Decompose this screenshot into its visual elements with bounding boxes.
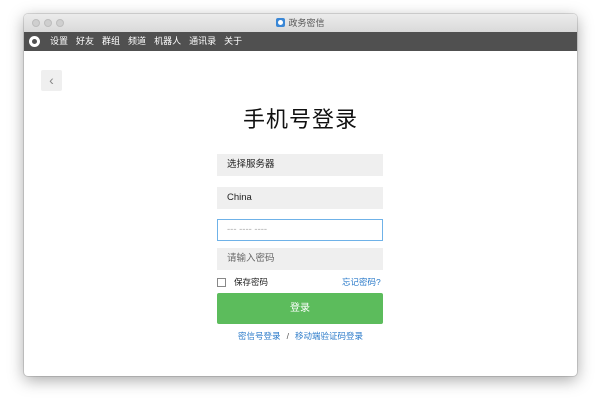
title-bar: 政务密信 xyxy=(24,14,577,33)
login-button[interactable]: 登录 xyxy=(217,293,383,324)
alternative-login-links: 密信号登录 / 移动端验证码登录 xyxy=(24,330,577,342)
menu-item-channels[interactable]: 频道 xyxy=(124,32,150,51)
link-separator: / xyxy=(286,331,289,341)
back-button[interactable]: ‹ xyxy=(41,70,62,91)
window-title-area: 政务密信 xyxy=(24,17,577,29)
forgot-password-link[interactable]: 忘记密码? xyxy=(342,277,381,287)
password-input[interactable]: 请输入密码 xyxy=(217,248,383,270)
sms-login-link[interactable]: 移动端验证码登录 xyxy=(295,331,363,341)
menu-item-contacts[interactable]: 通讯录 xyxy=(185,32,220,51)
window-title: 政务密信 xyxy=(288,18,325,28)
menu-item-about[interactable]: 关于 xyxy=(220,32,246,51)
country-select[interactable]: China xyxy=(217,187,383,209)
remember-password-checkbox[interactable] xyxy=(217,278,226,287)
menu-item-friends[interactable]: 好友 xyxy=(72,32,98,51)
remember-password[interactable]: 保存密码 xyxy=(217,277,268,287)
menu-item-bots[interactable]: 机器人 xyxy=(150,32,185,51)
app-menu-logo-icon[interactable] xyxy=(29,36,40,47)
server-select[interactable]: 选择服务器 xyxy=(217,154,383,176)
app-logo-icon xyxy=(276,18,286,27)
page-title: 手机号登录 xyxy=(242,107,358,132)
id-login-link[interactable]: 密信号登录 xyxy=(238,331,281,341)
phone-input[interactable]: --- ---- ---- xyxy=(217,219,383,241)
menu-bar: 设置 好友 群组 频道 机器人 通讯录 关于 xyxy=(24,32,577,51)
menu-item-groups[interactable]: 群组 xyxy=(98,32,124,51)
chevron-left-icon: ‹ xyxy=(49,72,54,88)
menu-item-settings[interactable]: 设置 xyxy=(46,32,72,51)
remember-password-label: 保存密码 xyxy=(234,277,269,287)
app-window: 政务密信 设置 好友 群组 频道 机器人 通讯录 关于 ‹ 手机号登录 选择服务… xyxy=(24,14,577,376)
menu-items: 设置 好友 群组 频道 机器人 通讯录 关于 xyxy=(46,32,246,51)
